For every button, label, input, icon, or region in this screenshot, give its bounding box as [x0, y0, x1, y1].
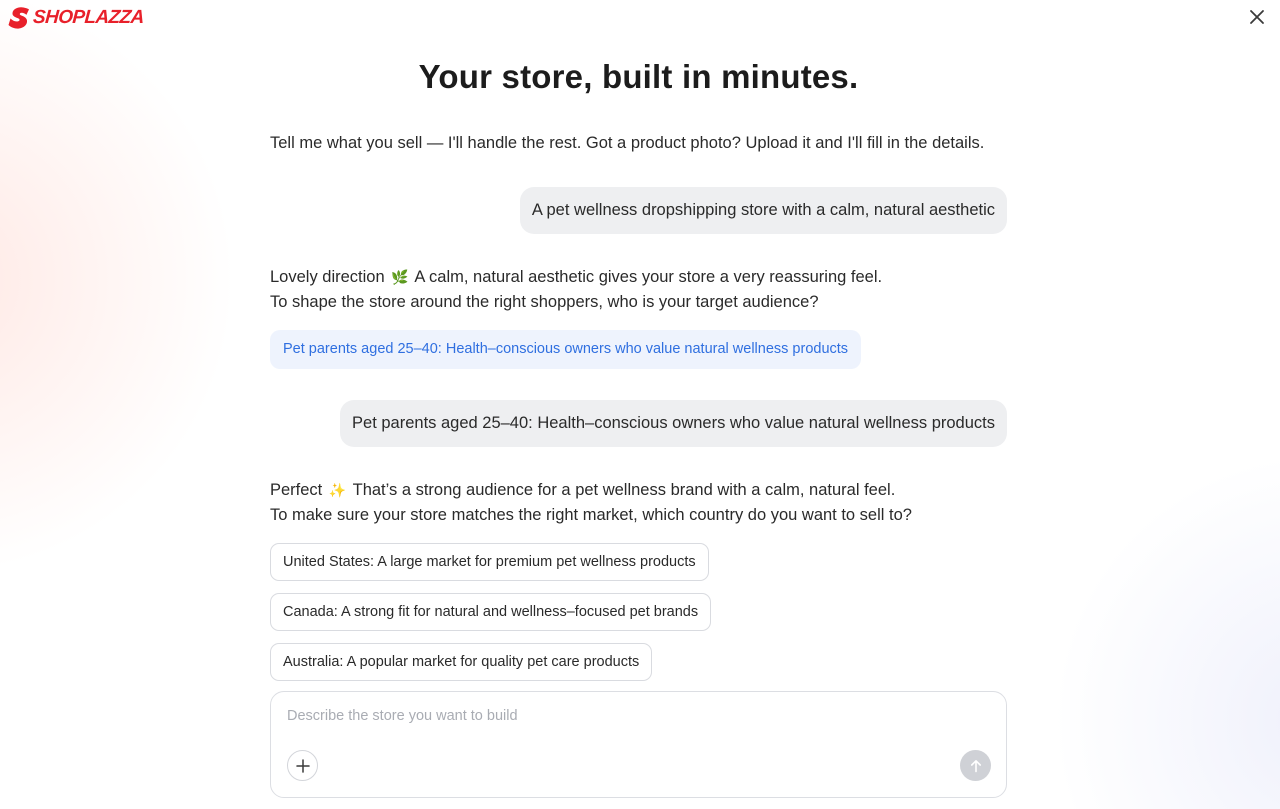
- brand-logo[interactable]: SHOPLAZZA: [8, 5, 144, 31]
- country-option-canada[interactable]: Canada: A strong fit for natural and wel…: [270, 593, 712, 631]
- assistant-text: That’s a strong audience for a pet welln…: [352, 481, 896, 499]
- page-title: Your store, built in minutes.: [418, 58, 859, 95]
- leaf-emoji-icon: 🌿: [391, 269, 409, 285]
- sparkles-emoji-icon: ✨: [328, 482, 347, 498]
- attach-button[interactable]: [287, 750, 318, 781]
- intro-message: Tell me what you sell — I'll handle the …: [270, 134, 985, 152]
- send-button[interactable]: [960, 750, 991, 781]
- arrow-up-icon: [970, 759, 981, 772]
- shoplazza-logo-icon: [8, 7, 29, 29]
- user-message: Pet parents aged 25–40: Health–conscious…: [340, 400, 1007, 447]
- user-message: A pet wellness dropshipping store with a…: [519, 187, 1007, 234]
- close-button[interactable]: [1248, 8, 1266, 26]
- assistant-text: Perfect: [270, 481, 323, 499]
- message-composer: [270, 691, 1007, 798]
- assistant-message: Lovely direction 🌿 A calm, natural aesth…: [270, 265, 882, 315]
- assistant-message-line: Lovely direction 🌿 A calm, natural aesth…: [270, 265, 882, 290]
- store-description-input[interactable]: [287, 708, 977, 724]
- assistant-message: Perfect ✨ That’s a strong audience for a…: [270, 478, 912, 528]
- assistant-text: Lovely direction: [270, 268, 385, 286]
- assistant-message-line: Perfect ✨ That’s a strong audience for a…: [270, 478, 912, 503]
- close-icon: [1250, 10, 1264, 24]
- plus-icon: [295, 758, 310, 773]
- assistant-text: A calm, natural aesthetic gives your sto…: [414, 268, 883, 286]
- country-option-australia[interactable]: Australia: A popular market for quality …: [270, 643, 653, 681]
- assistant-message-line: To make sure your store matches the righ…: [270, 506, 912, 524]
- selected-suggestion-chip[interactable]: Pet parents aged 25–40: Health–conscious…: [270, 330, 862, 369]
- brand-name: SHOPLAZZA: [32, 7, 145, 28]
- country-option-united-states[interactable]: United States: A large market for premiu…: [270, 543, 709, 581]
- assistant-message-line: To shape the store around the right shop…: [270, 293, 819, 311]
